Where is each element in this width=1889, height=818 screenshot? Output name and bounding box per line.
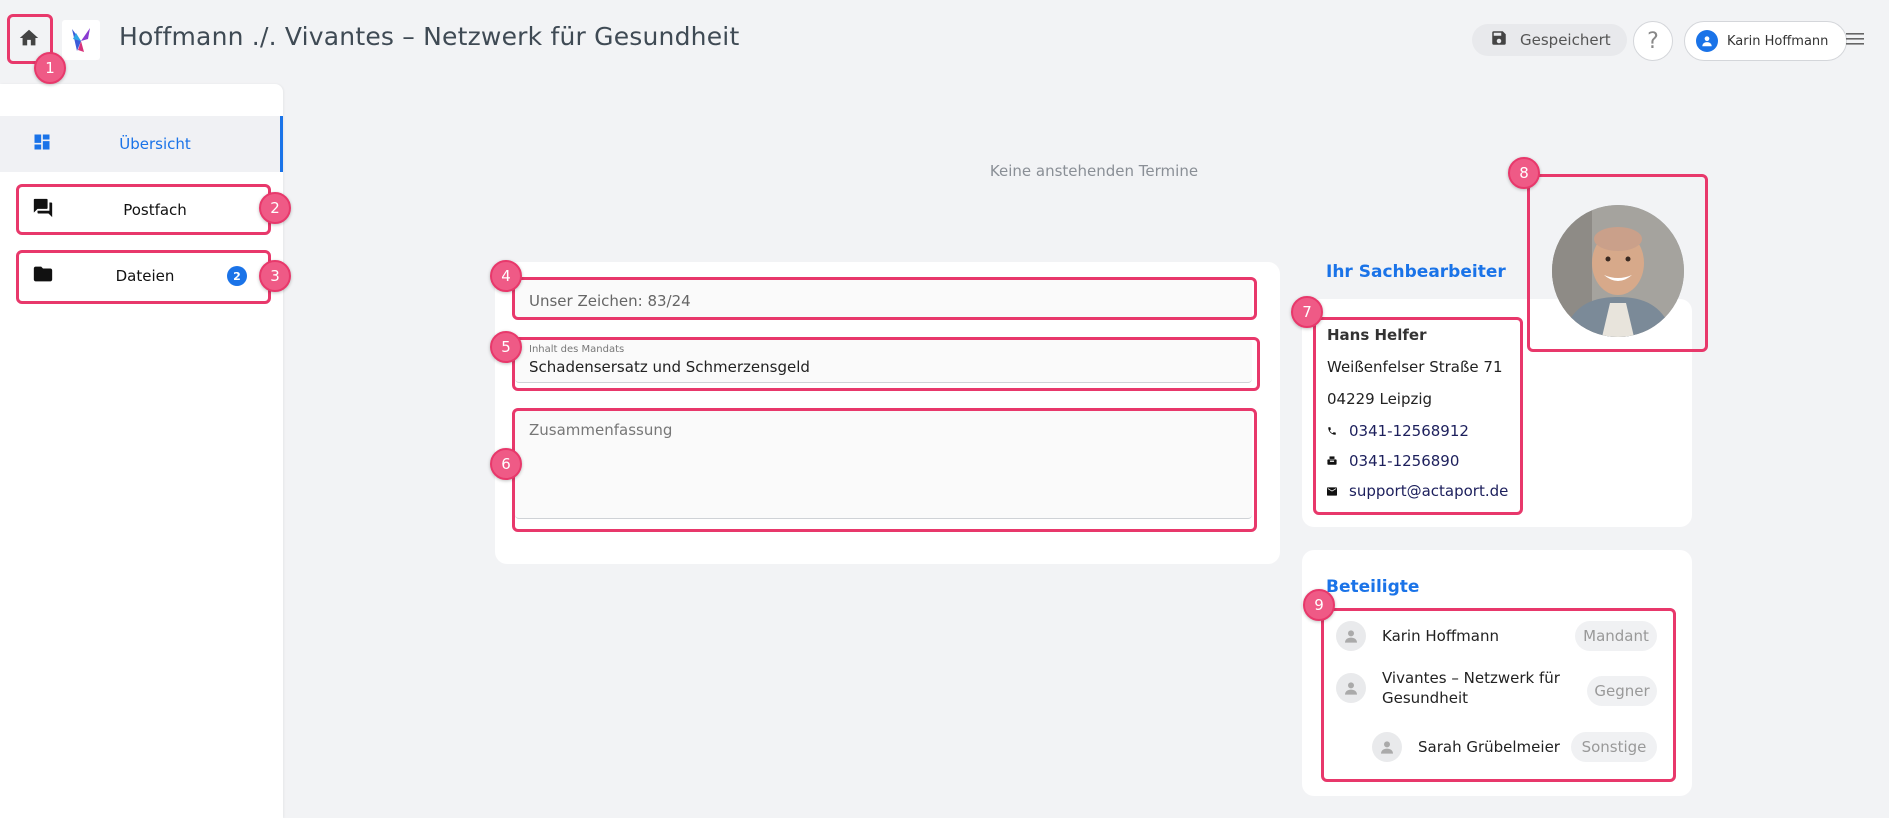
caseworker-phone[interactable]: 0341-12568912: [1327, 422, 1469, 440]
save-icon: [1490, 29, 1508, 51]
annotation-marker-2: 2: [259, 192, 291, 224]
sidebar-item-uebersicht[interactable]: Übersicht: [0, 116, 283, 172]
user-menu-button[interactable]: Karin Hoffmann: [1684, 21, 1865, 61]
caseworker-email-address: support@actaport.de: [1349, 482, 1509, 500]
party-name: Sarah Grübelmeier: [1418, 738, 1560, 756]
caseworker-fax-number: 0341-1256890: [1349, 452, 1460, 470]
saved-label: Gespeichert: [1520, 31, 1611, 49]
annotation-marker-7: 7: [1291, 296, 1323, 328]
reference-field[interactable]: Unser Zeichen: 83/24: [515, 279, 1252, 319]
mandate-content-value: Schadensersatz und Schmerzensgeld: [529, 358, 810, 376]
annotation-marker-1: 1: [34, 52, 66, 84]
help-button[interactable]: ?: [1633, 21, 1673, 61]
party-row[interactable]: Vivantes – Netzwerk für Gesundheit: [1336, 668, 1560, 708]
caseworker-photo: [1552, 205, 1684, 337]
party-row[interactable]: Sarah Grübelmeier: [1372, 732, 1560, 762]
mail-icon: [1327, 486, 1337, 496]
party-name-line2: Gesundheit: [1382, 689, 1468, 707]
sidebar: Übersicht Postfach Dateien 2: [0, 84, 283, 818]
page-title: Hoffmann ./. Vivantes – Netzwerk für Ges…: [119, 22, 740, 51]
sidebar-item-label: Übersicht: [119, 135, 191, 153]
sidebar-item-postfach[interactable]: Postfach: [0, 182, 283, 238]
help-icon: ?: [1647, 28, 1659, 54]
caseworker-fax[interactable]: 0341-1256890: [1327, 452, 1459, 470]
app-header: Hoffmann ./. Vivantes – Netzwerk für Ges…: [0, 0, 1889, 80]
caseworker-phone-number: 0341-12568912: [1349, 422, 1469, 440]
hamburger-menu-icon[interactable]: [1846, 32, 1865, 50]
fax-icon: [1327, 456, 1337, 466]
caseworker-city: 04229 Leipzig: [1327, 390, 1433, 408]
summary-textarea[interactable]: Zusammenfassung: [515, 409, 1252, 519]
mandate-content-label: Inhalt des Mandats: [529, 344, 625, 355]
person-icon: [1372, 732, 1402, 762]
files-count-badge: 2: [227, 266, 247, 286]
phone-icon: [1327, 426, 1337, 436]
annotation-marker-5: 5: [490, 331, 522, 363]
party-name-line1: Vivantes – Netzwerk für: [1382, 669, 1560, 687]
no-appointments-text: Keine anstehenden Termine: [989, 162, 1199, 180]
party-role-badge: Sonstige: [1571, 732, 1657, 762]
party-role-badge: Gegner: [1587, 676, 1657, 706]
parties-card: Beteiligte Karin Hoffmann Mandant Vivant…: [1302, 550, 1692, 796]
mandate-card: Unser Zeichen: 83/24 Inhalt des Mandats …: [495, 262, 1280, 564]
caseworker-title: Ihr Sachbearbeiter: [1326, 262, 1506, 282]
annotation-marker-3: 3: [259, 260, 291, 292]
caseworker-street: Weißenfelser Straße 71: [1327, 358, 1503, 376]
account-icon: [1696, 30, 1718, 52]
app-logo: [62, 20, 100, 60]
parties-title: Beteiligte: [1326, 577, 1420, 597]
annotation-marker-8: 8: [1508, 157, 1540, 189]
annotation-marker-6: 6: [490, 448, 522, 480]
party-row[interactable]: Karin Hoffmann: [1336, 621, 1499, 651]
saved-status-button[interactable]: Gespeichert: [1472, 24, 1627, 56]
annotation-marker-4: 4: [490, 260, 522, 292]
sidebar-item-dateien[interactable]: Dateien 2: [0, 248, 283, 304]
mandate-content-field[interactable]: Inhalt des Mandats Schadensersatz und Sc…: [515, 339, 1252, 383]
person-icon: [1336, 621, 1366, 651]
home-icon: [18, 27, 40, 53]
party-name: Karin Hoffmann: [1382, 627, 1499, 645]
person-icon: [1336, 673, 1366, 703]
annotation-marker-9: 9: [1303, 589, 1335, 621]
caseworker-email[interactable]: support@actaport.de: [1327, 482, 1508, 500]
party-name: Vivantes – Netzwerk für Gesundheit: [1382, 668, 1560, 708]
party-role-badge: Mandant: [1575, 621, 1657, 651]
user-name: Karin Hoffmann: [1727, 33, 1829, 49]
caseworker-name: Hans Helfer: [1327, 326, 1427, 344]
